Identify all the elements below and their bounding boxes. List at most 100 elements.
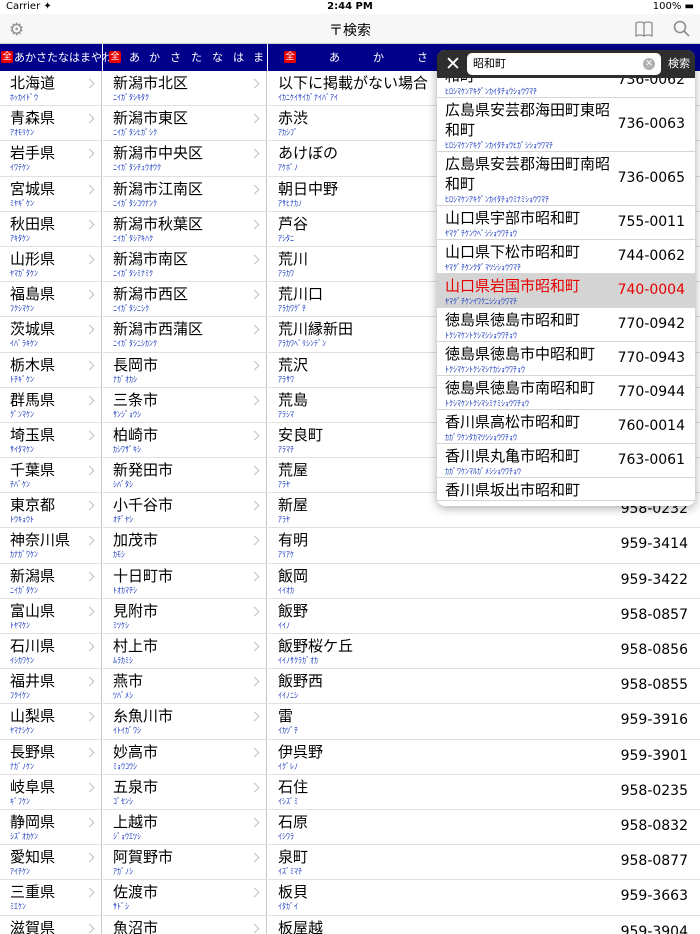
search-result-row[interactable]: 山口県下松市昭和町 ﾔﾏｸﾞﾁｹﾝｸﾀﾞﾏﾂｼｼｮｳﾜﾏﾁ 744-0062 — [437, 240, 695, 274]
kana-index-letter[interactable]: あ — [329, 44, 340, 71]
city-row[interactable]: 新潟市西区 ﾆｲｶﾞﾀｼﾆｼｸ — [103, 282, 266, 318]
prefecture-row[interactable]: 神奈川県 ｶﾅｶﾞﾜｹﾝ — [0, 528, 101, 564]
kana-index-letter[interactable]: あ — [129, 44, 140, 71]
town-row[interactable]: 飯野西 ｲｲﾉﾆｼ 958-0855 — [268, 669, 700, 705]
city-row[interactable]: 十日町市 ﾄｵｶﾏﾁｼ — [103, 564, 266, 599]
search-result-row[interactable]: 徳島県徳島市昭和町 ﾄｸｼﾏｹﾝﾄｸｼﾏｼｼｮｳﾜﾁｮｳ 770-0942 — [437, 308, 695, 342]
book-icon[interactable] — [634, 19, 654, 39]
town-row-reading: ｱﾗｼﾏ — [278, 409, 294, 419]
city-row[interactable]: 魚沼市 — [103, 916, 266, 934]
town-row[interactable]: 石原 ｲｼﾜﾗ 958-0832 — [268, 810, 700, 846]
search-result-row[interactable]: 和町ﾋﾛｼﾏｹﾝｱｷｸﾞﾝｶｲﾀﾁｮｳｼｮｳﾜﾏﾁ736-0062 — [437, 78, 695, 98]
kana-index-letter[interactable]: な — [212, 44, 223, 71]
city-row[interactable]: 上越市 ｼﾞｮｳｴﾂｼ — [103, 810, 266, 846]
prefecture-row-reading: ﾌｸｼﾏｹﾝ — [10, 304, 34, 314]
town-row[interactable]: 飯野桜ケ丘 ｲｲﾉｻｸﾗｶﾞｵｶ 958-0856 — [268, 634, 700, 670]
prefecture-row[interactable]: 三重県 ﾐｴｹﾝ — [0, 880, 101, 916]
prefecture-row[interactable]: 千葉県 ﾁﾊﾞｹﾝ — [0, 458, 101, 494]
town-row-name: 荒川口 — [278, 285, 324, 304]
prefecture-row[interactable]: 岐阜県 ｷﾞﾌｹﾝ — [0, 775, 101, 810]
search-result-row[interactable]: 香川県坂出市昭和町 — [437, 478, 695, 501]
city-row[interactable]: 村上市 ﾑﾗｶﾐｼ — [103, 634, 266, 670]
chevron-right-icon — [84, 324, 95, 335]
prefecture-row[interactable]: 岩手県 ｲﾜﾃｹﾝ — [0, 141, 101, 177]
prefecture-row[interactable]: 長野県 ﾅｶﾞﾉｹﾝ — [0, 740, 101, 775]
city-row[interactable]: 新潟市中央区 ﾆｲｶﾞﾀｼﾁｭｳｵｳｸ — [103, 141, 266, 177]
prefecture-row[interactable]: 群馬県 ｸﾞﾝﾏｹﾝ — [0, 388, 101, 423]
search-button[interactable]: 検索 — [663, 50, 695, 78]
all-index-badge[interactable]: 全 — [284, 51, 296, 63]
prefecture-row[interactable]: 埼玉県 ｻｲﾀﾏｹﾝ — [0, 423, 101, 459]
town-row[interactable]: 板貝 ｲﾀｶﾞｲ 959-3663 — [268, 880, 700, 916]
town-row[interactable]: 泉町 ｲｽﾞﾐﾏﾁ 958-0877 — [268, 845, 700, 881]
city-row[interactable]: 新潟市東区 ﾆｲｶﾞﾀｼﾋｶﾞｼｸ — [103, 106, 266, 142]
search-result-row[interactable]: 香川県高松市昭和町 ｶｶﾞﾜｹﾝﾀｶﾏﾂｼｼｮｳﾜﾁｮｳ 760-0014 — [437, 410, 695, 444]
city-row[interactable]: 三条市 ｻﾝｼﾞｮｳｼ — [103, 388, 266, 423]
prefecture-row[interactable]: 北海道 ﾎｯｶｲﾄﾞｳ — [0, 71, 101, 107]
city-row[interactable]: 柏崎市 ｶｼﾜｻﾞｷｼ — [103, 423, 266, 459]
kana-index-letters[interactable]: あかさたなはまやわ — [14, 44, 113, 71]
kana-index-letter[interactable]: か — [373, 44, 384, 71]
kana-index-letter[interactable]: ま — [253, 44, 264, 71]
town-row[interactable]: 飯野 ｲｲﾉ 958-0857 — [268, 599, 700, 634]
city-row[interactable]: 糸魚川市 ｲﾄｲｶﾞﾜｼ — [103, 704, 266, 740]
city-row[interactable]: 新潟市北区 ﾆｲｶﾞﾀｼｷﾀｸ — [103, 71, 266, 107]
city-row[interactable]: 新潟市西蒲区 ﾆｲｶﾞﾀｼﾆｼｶﾝｸ — [103, 317, 266, 353]
search-result-row[interactable]: 徳島県徳島市中昭和町 ﾄｸｼﾏｹﾝﾄｸｼﾏｼﾅｶｼｮｳﾜﾁｮｳ 770-0943 — [437, 342, 695, 376]
city-row[interactable]: 燕市 ﾂﾊﾞﾒｼ — [103, 669, 266, 705]
city-row[interactable]: 新潟市江南区 ﾆｲｶﾞﾀｼｺｳﾅﾝｸ — [103, 177, 266, 212]
kana-index-letter[interactable]: か — [149, 44, 160, 71]
prefecture-row[interactable]: 滋賀県 — [0, 916, 101, 934]
prefecture-row[interactable]: 山梨県 ﾔﾏﾅｼｹﾝ — [0, 704, 101, 740]
city-row-reading: ﾂﾊﾞﾒｼ — [113, 691, 133, 701]
city-row[interactable]: 長岡市 ﾅｶﾞｵｶｼ — [103, 353, 266, 388]
prefecture-row[interactable]: 愛知県 ｱｲﾁｹﾝ — [0, 845, 101, 881]
search-result-row[interactable]: 香川県丸亀市昭和町 ｶｶﾞﾜｹﾝﾏﾙｶﾞﾒｼｼｮｳﾜﾁｮｳ 763-0061 — [437, 444, 695, 478]
city-row[interactable]: 佐渡市 ｻﾄﾞｼ — [103, 880, 266, 916]
prefecture-row[interactable]: 富山県 ﾄﾔﾏｹﾝ — [0, 599, 101, 634]
prefecture-row[interactable]: 栃木県 ﾄﾁｷﾞｹﾝ — [0, 353, 101, 388]
city-row[interactable]: 阿賀野市 ｱｶﾞﾉｼ — [103, 845, 266, 881]
prefecture-row[interactable]: 秋田県 ｱｷﾀｹﾝ — [0, 212, 101, 247]
close-icon[interactable]: ✕ — [443, 54, 463, 74]
town-row[interactable]: 飯岡 ｲｲｵｶ 959-3422 — [268, 564, 700, 599]
kana-index-letter[interactable]: さ — [417, 44, 428, 71]
city-row[interactable]: 新潟市南区 ﾆｲｶﾞﾀｼﾐﾅﾐｸ — [103, 247, 266, 283]
search-result-row[interactable]: 徳島県徳島市南昭和町 ﾄｸｼﾏｹﾝﾄｸｼﾏｼﾐﾅﾐｼｮｳﾜﾁｮｳ 770-0944 — [437, 376, 695, 410]
prefecture-row[interactable]: 新潟県 ﾆｲｶﾞﾀｹﾝ — [0, 564, 101, 599]
prefecture-row[interactable]: 東京都 ﾄｳｷｮｳﾄ — [0, 493, 101, 529]
prefecture-row[interactable]: 茨城県 ｲﾊﾞﾗｷｹﾝ — [0, 317, 101, 353]
city-row[interactable]: 新潟市秋葉区 ﾆｲｶﾞﾀｼｱｷﾊｸ — [103, 212, 266, 247]
prefecture-row[interactable]: 宮城県 ﾐﾔｷﾞｹﾝ — [0, 177, 101, 212]
search-input[interactable]: 昭和町 ✕ — [467, 53, 661, 75]
town-row[interactable]: 有明 ｱﾘｱｹ 959-3414 — [268, 528, 700, 564]
prefecture-row[interactable]: 石川県 ｲｼｶﾜｹﾝ — [0, 634, 101, 670]
search-result-row[interactable]: 広島県安芸郡海田町東昭和町 ﾋﾛｼﾏｹﾝｱｷｸﾞﾝｶｲﾀﾁｮｳﾋｶﾞｼｼｮｳﾜﾏﾁ… — [437, 98, 695, 152]
prefecture-row[interactable]: 福島県 ﾌｸｼﾏｹﾝ — [0, 282, 101, 318]
kana-index-letter[interactable]: た — [191, 44, 202, 71]
prefecture-row[interactable]: 山形県 ﾔﾏｶﾞﾀｹﾝ — [0, 247, 101, 283]
all-index-badge[interactable]: 全 — [1, 51, 13, 63]
search-icon[interactable] — [672, 19, 692, 39]
town-row[interactable]: 雷ｲｶﾂﾞﾁ 959-3916 — [268, 704, 700, 740]
city-row[interactable]: 妙高市 ﾐｮｳｺｳｼ — [103, 740, 266, 775]
search-result-row[interactable]: 山口県岩国市昭和町 ﾔﾏｸﾞﾁｹﾝｲﾜｸﾆｼｼｮｳﾜﾏﾁ 740-0004 — [437, 274, 695, 308]
city-row[interactable]: 見附市 ﾐﾂｹｼ — [103, 599, 266, 634]
city-row[interactable]: 加茂市 ｶﾓｼ — [103, 528, 266, 564]
kana-index-letter[interactable]: は — [233, 44, 244, 71]
prefecture-row[interactable]: 福井県 ﾌｸｲｹﾝ — [0, 669, 101, 705]
prefecture-row[interactable]: 青森県 ｱｵﾓﾘｹﾝ — [0, 106, 101, 142]
city-row[interactable]: 小千谷市 ｵﾁﾞﾔｼ — [103, 493, 266, 529]
all-index-badge[interactable]: 全 — [109, 51, 121, 63]
prefecture-row[interactable]: 静岡県 ｼｽﾞｵｶｹﾝ — [0, 810, 101, 846]
town-row[interactable]: 板屋越 959-3904 — [268, 916, 700, 934]
city-row[interactable]: 新発田市 ｼﾊﾞﾀｼ — [103, 458, 266, 494]
search-result-row[interactable]: 山口県宇部市昭和町 ﾔﾏｸﾞﾁｹﾝｳﾍﾞｼｼｮｳﾜﾁｮｳ 755-0011 — [437, 206, 695, 240]
search-result-row[interactable]: 広島県安芸郡海田町南昭和町 ﾋﾛｼﾏｹﾝｱｷｸﾞﾝｶｲﾀﾁｮｳﾐﾅﾐｼｮｳﾜﾏﾁ 7… — [437, 152, 695, 206]
kana-index-letter[interactable]: さ — [170, 44, 181, 71]
town-row[interactable]: 石住 ｲｼｽﾞﾐ 958-0235 — [268, 775, 700, 810]
town-row[interactable]: 伊呉野 ｲｸﾞﾚﾉ 959-3901 — [268, 740, 700, 775]
city-row[interactable]: 五泉市 ｺﾞｾﾝｼ — [103, 775, 266, 810]
clear-icon[interactable]: ✕ — [643, 58, 655, 70]
chevron-right-icon — [249, 606, 260, 617]
